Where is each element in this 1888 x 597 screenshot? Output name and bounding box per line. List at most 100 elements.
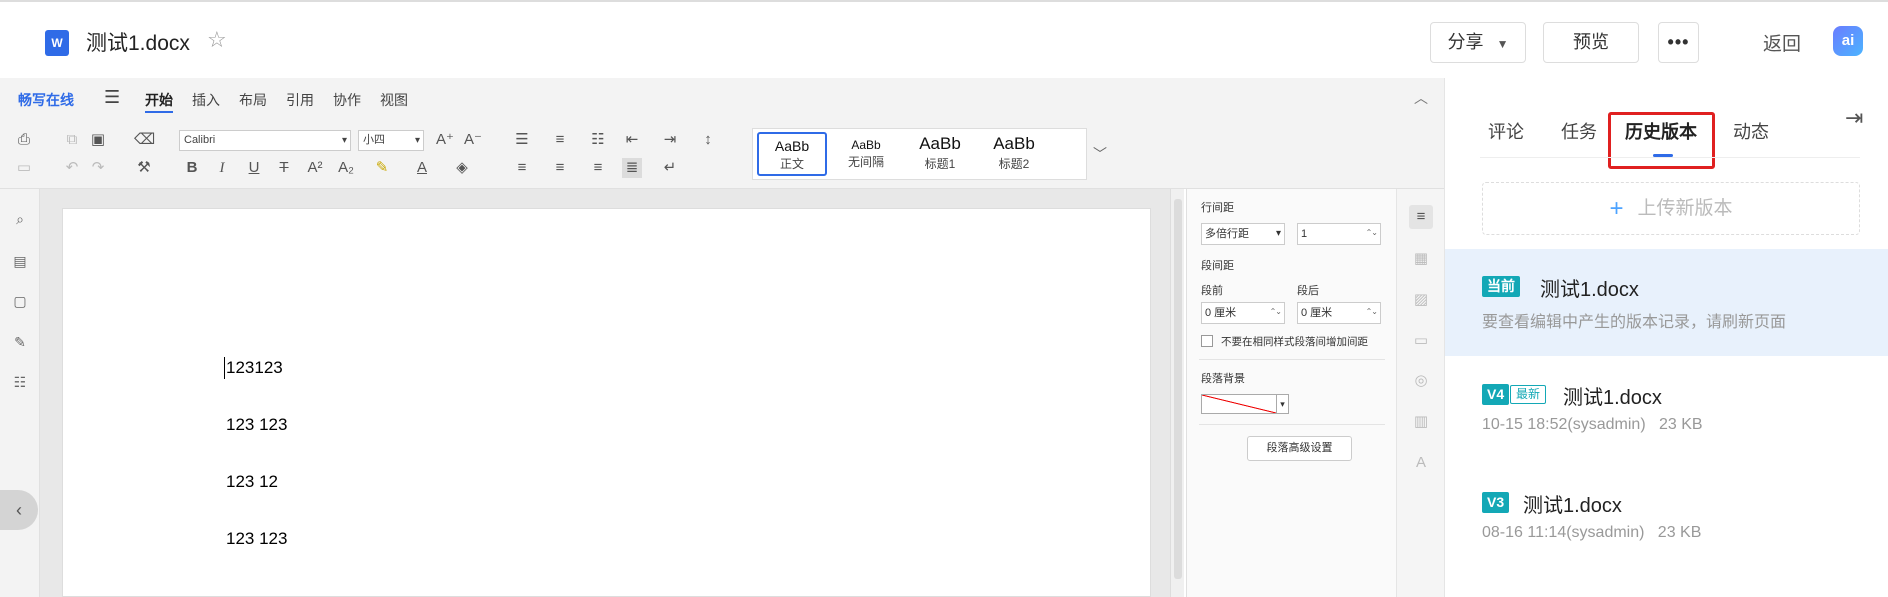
version-name[interactable]: 测试1.docx (1563, 381, 1662, 410)
tab-start[interactable]: 开始 (145, 90, 173, 113)
ai-assistant-button[interactable]: ai (1833, 26, 1863, 56)
style-normal[interactable]: AaBb 正文 (757, 132, 827, 176)
decrease-indent-icon[interactable]: ⇤ (622, 130, 642, 150)
find-icon[interactable]: ⌕ (10, 209, 30, 229)
save-icon[interactable]: ▭ (14, 158, 34, 178)
line-spacing-value-input[interactable]: 1 (1297, 223, 1381, 245)
bullet-list-icon[interactable]: ☰ (512, 130, 532, 150)
no-space-checkbox[interactable] (1201, 335, 1213, 347)
font-size-select[interactable]: 小四 (358, 130, 424, 151)
undo-icon[interactable]: ↶ (62, 158, 82, 178)
before-label: 段前 (1201, 285, 1223, 297)
upload-label: 上传新版本 (1637, 198, 1733, 219)
scrollbar-thumb[interactable] (1174, 199, 1182, 579)
share-label: 分享 (1447, 32, 1484, 52)
chevron-down-icon[interactable]: ﹀ (1093, 144, 1107, 164)
tab-view[interactable]: 视图 (380, 90, 408, 110)
no-space-label: 不要在相同样式段落间增加间距 (1221, 336, 1368, 348)
version-name: 测试1.docx (1540, 279, 1639, 301)
highlight-icon[interactable]: ✎ (372, 158, 392, 178)
back-link[interactable]: 返回 (1763, 29, 1801, 56)
align-right-icon[interactable]: ≡ (588, 158, 608, 178)
tab-tasks[interactable]: 任务 (1561, 118, 1597, 144)
numbered-list-icon[interactable]: ≡ (550, 130, 570, 150)
tab-activity[interactable]: 动态 (1733, 118, 1769, 144)
table-settings-icon[interactable]: ▦ (1411, 249, 1431, 269)
strikethrough-icon[interactable]: T (274, 158, 294, 178)
bold-icon[interactable]: B (182, 158, 202, 178)
increase-font-icon[interactable]: A⁺ (435, 130, 455, 150)
version-meta: 10-15 18:52(sysadmin) 23 KB (1482, 416, 1703, 433)
navigation-icon[interactable]: ▤ (10, 251, 30, 271)
tab-layout[interactable]: 布局 (239, 90, 267, 110)
shading-icon[interactable]: ◈ (452, 158, 472, 178)
style-preview: AaBb (993, 134, 1035, 153)
doc-line[interactable]: 123123 (226, 358, 283, 378)
doc-line[interactable]: 123 123 (226, 529, 287, 549)
multilevel-list-icon[interactable]: ☷ (588, 130, 608, 150)
space-after-input[interactable]: 0 厘米 (1297, 302, 1381, 324)
style-heading2[interactable]: AaBb 标题2 (979, 132, 1049, 176)
text-art-icon[interactable]: A (1411, 453, 1431, 473)
font-name-select[interactable]: Calibri (179, 130, 351, 151)
background-color-swatch[interactable] (1201, 394, 1277, 414)
align-left-icon[interactable]: ≡ (512, 158, 532, 178)
more-options-button[interactable]: ••• (1658, 22, 1699, 63)
version-name[interactable]: 测试1.docx (1523, 489, 1622, 518)
subscript-icon[interactable]: A₂ (336, 158, 356, 178)
line-spacing-icon[interactable]: ↕ (698, 130, 718, 150)
collapse-panel-icon[interactable]: ⇥ (1845, 105, 1863, 131)
track-changes-icon[interactable]: ✎ (10, 332, 30, 352)
tab-collaborate[interactable]: 协作 (333, 90, 361, 110)
style-preview: AaBb (919, 134, 961, 153)
preview-button[interactable]: 预览 (1543, 22, 1639, 63)
space-before-input[interactable]: 0 厘米 (1201, 302, 1285, 324)
format-painter-icon[interactable]: ⚒ (134, 158, 154, 178)
text-direction-icon[interactable]: ↵ (660, 158, 680, 178)
after-label: 段后 (1297, 285, 1319, 297)
redo-icon[interactable]: ↷ (88, 158, 108, 178)
outline-icon[interactable]: ☷ (10, 372, 30, 392)
comment-icon[interactable]: ▢ (10, 291, 30, 311)
hamburger-menu-icon[interactable]: ☰ (104, 87, 120, 108)
align-center-icon[interactable]: ≡ (550, 158, 570, 178)
divider (1199, 424, 1385, 425)
collapse-ribbon-icon[interactable]: ︿ (1414, 88, 1428, 108)
paragraph-settings-icon[interactable]: ≡ (1409, 205, 1433, 229)
text-cursor (224, 357, 225, 379)
doc-line[interactable]: 123 12 (226, 472, 278, 492)
style-name: 标题1 (924, 157, 956, 171)
style-gallery: AaBb 正文 AaBb 无间隔 AaBb 标题1 AaBb 标题2 (752, 128, 1087, 180)
superscript-icon[interactable]: A² (305, 158, 325, 178)
italic-icon[interactable]: I (212, 158, 232, 178)
star-icon[interactable]: ☆ (207, 28, 231, 52)
font-color-icon[interactable]: A (412, 158, 432, 178)
print-icon[interactable]: ⎙ (14, 130, 34, 150)
justify-icon[interactable]: ≣ (622, 158, 642, 178)
current-version-card[interactable] (1445, 249, 1888, 356)
chevron-down-icon[interactable]: ▾ (1277, 394, 1289, 414)
style-heading1[interactable]: AaBb 标题1 (905, 132, 975, 176)
chart-settings-icon[interactable]: ▥ (1411, 412, 1431, 432)
paste-icon[interactable]: ▣ (88, 130, 108, 150)
tab-comments[interactable]: 评论 (1488, 118, 1524, 144)
increase-indent-icon[interactable]: ⇥ (660, 130, 680, 150)
upload-new-version-button[interactable]: + 上传新版本 (1482, 182, 1860, 235)
doc-line[interactable]: 123 123 (226, 415, 287, 435)
style-no-spacing[interactable]: AaBb 无间隔 (831, 132, 901, 176)
underline-icon[interactable]: U (244, 158, 264, 178)
copy-icon[interactable]: ⧉ (62, 130, 82, 150)
highlight-annotation-box (1608, 112, 1715, 169)
toolbar-ribbon: 畅写在线 ☰ 开始 插入 布局 引用 协作 视图 ︿ ⎙ ⧉ ▣ ⌫ Calib… (0, 78, 1444, 189)
image-settings-icon[interactable]: ▨ (1411, 290, 1431, 310)
header-footer-icon[interactable]: ▭ (1411, 331, 1431, 351)
tab-reference[interactable]: 引用 (286, 90, 314, 110)
paragraph-advanced-button[interactable]: 段落高级设置 (1247, 436, 1352, 461)
share-button[interactable]: 分享 ▼ (1430, 22, 1526, 63)
vertical-scrollbar[interactable] (1170, 189, 1184, 597)
eraser-icon[interactable]: ⌫ (134, 130, 155, 150)
decrease-font-icon[interactable]: A⁻ (463, 130, 483, 150)
tab-insert[interactable]: 插入 (192, 90, 220, 110)
shape-settings-icon[interactable]: ◎ (1411, 371, 1431, 391)
line-spacing-type-select[interactable]: 多倍行距 (1201, 223, 1285, 245)
